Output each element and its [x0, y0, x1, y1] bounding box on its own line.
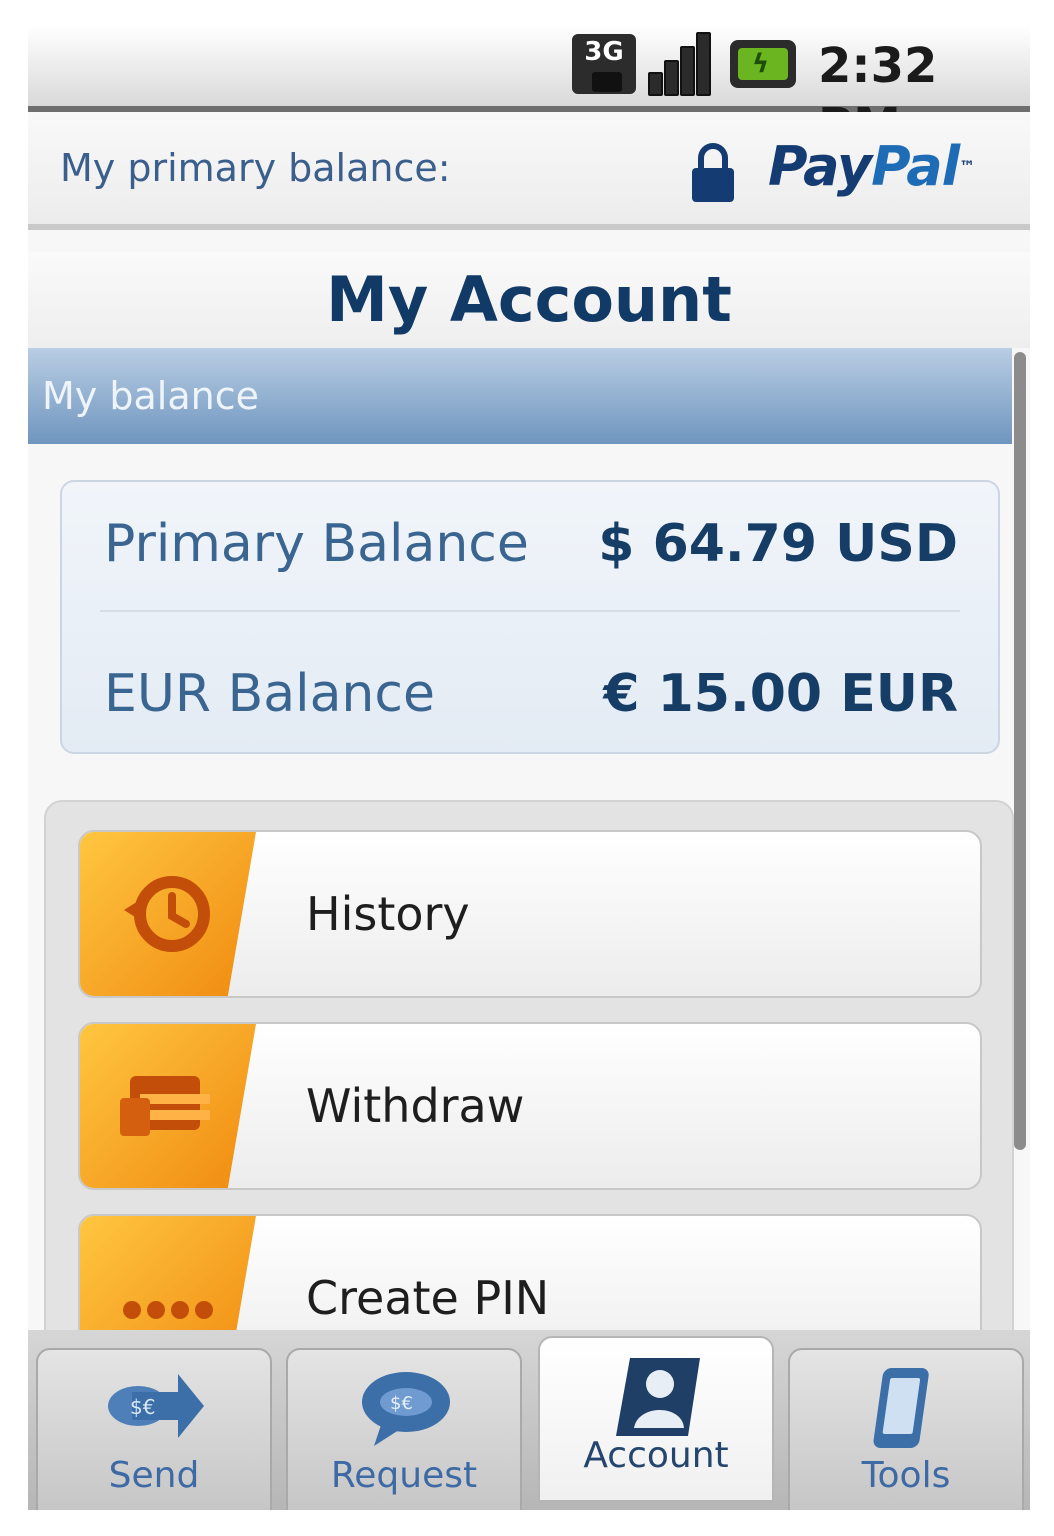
phone-screen: 3G ϟ 2:32 PM My primary balance: PayPal™… [28, 26, 1030, 1510]
status-bar: 3G ϟ 2:32 PM [28, 26, 1030, 154]
menu-item-badge [80, 1024, 256, 1188]
balance-value: $ 64.79 USD [598, 514, 958, 574]
menu-item-history[interactable]: History [78, 830, 982, 998]
signal-strength-icon [648, 32, 716, 96]
paypal-logo-pay: Pay [768, 135, 872, 198]
withdraw-icon [120, 1076, 210, 1136]
svg-text:$€: $€ [130, 1395, 155, 1419]
scrollbar[interactable] [1014, 352, 1026, 1150]
tab-account[interactable]: Account [538, 1336, 774, 1502]
paypal-logo-pal: Pal [871, 135, 960, 198]
tab-label: Account [583, 1435, 729, 1476]
menu-item-label: Withdraw [306, 1079, 525, 1133]
menu-item-label: Create PIN [306, 1271, 550, 1325]
bottom-tab-bar: $€ Send $€ Request Account Tools [28, 1330, 1030, 1510]
app-header: My primary balance: PayPal™ [28, 112, 1030, 230]
divider [100, 610, 960, 612]
balance-row-primary: Primary Balance $ 64.79 USD [104, 504, 958, 584]
network-3g-icon: 3G [572, 34, 636, 94]
balance-label: EUR Balance [104, 664, 435, 724]
menu-item-label: History [306, 887, 470, 941]
tab-send[interactable]: $€ Send [36, 1348, 272, 1510]
account-icon [616, 1358, 700, 1436]
tab-tools[interactable]: Tools [788, 1348, 1024, 1510]
balance-label: Primary Balance [104, 514, 529, 574]
tab-label: Tools [861, 1455, 951, 1496]
svg-text:$€: $€ [390, 1393, 413, 1414]
page-title: My Account [28, 252, 1030, 348]
balance-value: € 15.00 EUR [603, 664, 958, 724]
send-icon: $€ [108, 1374, 204, 1438]
request-icon: $€ [362, 1372, 450, 1446]
history-icon [124, 876, 210, 952]
tab-label: Request [330, 1455, 478, 1496]
balance-card: Primary Balance $ 64.79 USD EUR Balance … [60, 480, 1000, 754]
tools-icon [873, 1368, 929, 1448]
tab-label: Send [108, 1455, 200, 1496]
section-header-label: My balance [42, 374, 259, 418]
network-type-label: 3G [584, 37, 624, 67]
menu-item-badge [80, 832, 256, 996]
tab-request[interactable]: $€ Request [286, 1348, 522, 1510]
battery-charging-icon: ϟ [730, 40, 796, 88]
menu-item-withdraw[interactable]: Withdraw [78, 1022, 982, 1190]
section-header: My balance [28, 348, 1012, 444]
lock-icon [692, 143, 734, 202]
balance-row-eur: EUR Balance € 15.00 EUR [104, 654, 958, 734]
primary-balance-label: My primary balance: [60, 146, 451, 190]
paypal-logo: PayPal™ [768, 135, 975, 198]
